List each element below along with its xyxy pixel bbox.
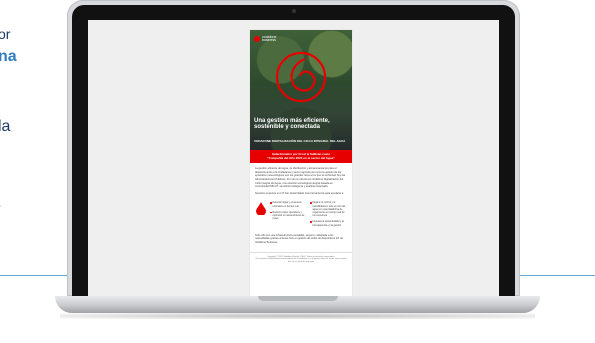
vodafone-speechmark-icon (275, 51, 327, 103)
email-preview[interactable]: vodafone business Una gestión más eficie… (250, 30, 352, 296)
footer-unsubscribe-link[interactable]: Si no deseas recibir información de prod… (255, 258, 347, 264)
benefit-item: Mejorar el control y la trazabilidad en … (310, 201, 347, 217)
award-banner: Galardonados por Frost & Sullivan como "… (250, 150, 352, 164)
left-text-fragment-1: or (0, 26, 11, 42)
left-text-fragment-4: . (0, 196, 1, 210)
bullet-icon (270, 211, 272, 214)
email-footer: Copyright © 2025 Vodafone España, S.A.U.… (250, 251, 352, 267)
closing-paragraph: Todo ello con una infraestructura escala… (255, 233, 344, 244)
benefits-left-column: Detectar fugas y consumos anómalos en ti… (270, 201, 307, 229)
brand-name: vodafone business (262, 35, 276, 43)
benefit-text: Reducir costes operativos y optimizar el… (272, 210, 305, 221)
brand-sub-text: business (262, 38, 276, 43)
left-text-fragment-3: la (0, 118, 11, 135)
hero-subtitle: VODAFONE DIGITALIZACIÓN DEL CICLO INTEGR… (254, 139, 346, 143)
bullet-icon (270, 202, 272, 204)
bullet-icon (310, 202, 312, 204)
benefit-text: Detectar fugas y consumos anómalos en ti… (272, 201, 302, 208)
laptop-base (55, 296, 540, 313)
laptop-shadow (60, 313, 535, 319)
camera-icon (291, 9, 296, 13)
vodafone-logo-icon (254, 36, 260, 42)
benefit-item: Reducir costes operativos y optimizar el… (270, 211, 307, 221)
benefits-right-column: Mejorar el control y la trazabilidad en … (310, 201, 347, 229)
laptop-lid: vodafone business Una gestión más eficie… (67, 0, 520, 296)
benefit-text: Mejorar el control y la trazabilidad en … (312, 201, 346, 218)
benefit-item: Detectar fugas y consumos anómalos en ti… (270, 201, 307, 208)
bullet-icon (310, 221, 312, 223)
benefits-section: Detectar fugas y consumos anómalos en ti… (255, 199, 347, 229)
water-drop-icon (256, 202, 266, 216)
laptop-bezel: vodafone business Una gestión más eficie… (72, 5, 515, 296)
left-text-fragment-2: na (0, 48, 17, 65)
email-body: La gestión eficiente del agua, su distri… (250, 163, 352, 251)
laptop-screen: vodafone business Una gestión más eficie… (88, 20, 499, 296)
help-line: Nuestros expertos en IoT han desarrollad… (255, 191, 344, 195)
award-line-2: "Compañía del Año 2024 en el sector del … (267, 155, 335, 160)
intro-paragraph: La gestión eficiente del agua, su distri… (255, 167, 346, 189)
benefit-text: Impulsar la sostenibilidad y la transpar… (312, 220, 344, 227)
benefit-item: Impulsar la sostenibilidad y la transpar… (310, 220, 347, 227)
laptop-notch (257, 296, 338, 301)
hero-title: Una gestión más eficiente, sostenible y … (254, 118, 330, 130)
left-page-text: or na la . (0, 0, 60, 300)
email-hero: vodafone business Una gestión más eficie… (250, 30, 352, 150)
